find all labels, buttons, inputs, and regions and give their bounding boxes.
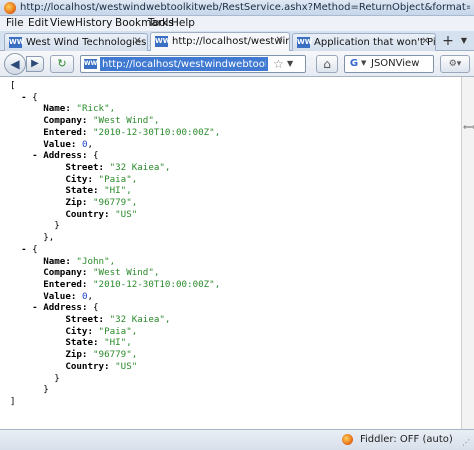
json-view: [ - { Name: "Rick", Company: "West Wind"… [10, 80, 221, 407]
tab-strip: WW West Wind Technologies - Makin... ✕ W… [0, 31, 474, 52]
menu-bar: File Edit View History Bookmarks Tools H… [0, 16, 474, 31]
extension-menu-icon[interactable]: ⚙▾ [440, 55, 470, 73]
status-bar: Fiddler: OFF (auto) ⋰ [0, 429, 474, 450]
json-string: "HI", [104, 337, 132, 349]
resize-handle-icon[interactable]: ⟺ [463, 124, 474, 133]
json-key: Country: [65, 208, 110, 220]
json-key: Company: [43, 115, 88, 127]
menu-file[interactable]: File [6, 17, 24, 29]
json-string: "West Wind", [93, 267, 160, 279]
json-string: "32 Kaiea", [109, 314, 171, 326]
navigation-toolbar: ◀ ▶ ↻ WW ☆ ▼ ⌂ G ▼ JSONView ⚙▾ [0, 51, 474, 77]
json-close-bracket: ] [10, 395, 16, 407]
tab-label: http://localhost/westwindwebto... [172, 36, 290, 47]
json-open-bracket: [ [10, 80, 16, 91]
json-string: "Paia", [98, 173, 138, 185]
json-number: 0 [81, 138, 88, 150]
fiddler-status[interactable]: Fiddler: OFF (auto) [360, 434, 453, 445]
bookmark-star-icon[interactable]: ☆ [273, 57, 284, 71]
json-key: Entered: [43, 126, 88, 138]
search-box[interactable]: G ▼ JSONView [344, 55, 434, 73]
new-tab-plus-icon[interactable]: + [440, 33, 456, 49]
tab-close-icon[interactable]: ✕ [132, 36, 143, 47]
url-input[interactable] [100, 57, 268, 71]
reload-icon[interactable]: ↻ [50, 55, 74, 73]
url-bar[interactable]: WW ☆ ▼ [80, 55, 306, 73]
back-arrow-icon[interactable]: ◀ [4, 53, 26, 75]
tab-application-pin[interactable]: WW Application that won't Pin to Tas... … [292, 33, 436, 51]
json-key: State: [65, 337, 99, 349]
collapse-toggle[interactable]: - [21, 244, 27, 255]
search-input[interactable]: JSONView [371, 58, 419, 69]
tab-label: West Wind Technologies - Makin... [26, 37, 147, 48]
json-string: "Paia", [98, 325, 138, 337]
json-key: Value: [43, 290, 77, 302]
collapse-toggle[interactable]: - [21, 92, 27, 103]
json-key: Name: [43, 255, 71, 267]
home-icon[interactable]: ⌂ [316, 55, 338, 73]
json-key: Zip: [65, 349, 88, 361]
json-string: "96779", [93, 349, 138, 361]
page-content: [ - { Name: "Rick", Company: "West Wind"… [0, 77, 462, 429]
json-key: Entered: [43, 278, 88, 290]
google-search-engine-icon[interactable]: G [348, 58, 360, 70]
json-string: "John", [76, 255, 116, 267]
firefox-icon [4, 2, 16, 14]
json-string: "US" [115, 208, 138, 220]
json-string: "Rick", [76, 103, 116, 115]
collapse-toggle[interactable]: - [32, 302, 38, 313]
tab-list-chevron-down-icon[interactable]: ▼ [458, 35, 470, 47]
west-wind-favicon-icon: WW [155, 36, 171, 47]
json-key: Address: [43, 150, 88, 162]
json-string: "96779", [93, 197, 138, 209]
json-string: "US" [115, 360, 138, 372]
tab-close-icon[interactable]: ✕ [420, 36, 431, 47]
json-key: Value: [43, 138, 77, 150]
json-number: 0 [81, 290, 88, 302]
json-key: City: [65, 325, 93, 337]
window-title: http://localhost/westwindwebtoolkitweb/R… [20, 2, 470, 13]
menu-tools[interactable]: Tools [148, 17, 174, 29]
search-engine-chevron-down-icon[interactable]: ▼ [361, 59, 366, 67]
tab-label: Application that won't Pin to Tas... [314, 37, 436, 48]
forward-arrow-icon[interactable]: ▶ [26, 56, 44, 72]
resize-grip-icon[interactable]: ⋰ [462, 438, 472, 448]
json-string: "West Wind", [93, 115, 160, 127]
tab-localhost[interactable]: WW http://localhost/westwindwebto... ✕ [150, 32, 290, 52]
tab-west-wind[interactable]: WW West Wind Technologies - Makin... ✕ [4, 33, 148, 51]
url-history-chevron-down-icon[interactable]: ▼ [287, 59, 293, 68]
menu-help[interactable]: Help [171, 17, 195, 29]
collapse-toggle[interactable]: - [32, 150, 38, 161]
json-key: Street: [65, 314, 105, 326]
json-key: Country: [65, 360, 110, 372]
json-key: Name: [43, 103, 71, 115]
json-key: Address: [43, 302, 88, 314]
json-string: "32 Kaiea", [109, 161, 171, 173]
json-key: Street: [65, 161, 105, 173]
menu-edit[interactable]: Edit [28, 17, 48, 29]
json-key: Zip: [65, 197, 88, 209]
json-string: "2010-12-30T10:00:00Z", [93, 126, 221, 138]
fiddler-icon[interactable] [342, 434, 353, 445]
json-string: "HI", [104, 185, 132, 197]
json-key: State: [65, 185, 99, 197]
site-identity-icon[interactable]: WW [84, 59, 97, 69]
west-wind-favicon-icon: WW [297, 37, 313, 48]
json-string: "2010-12-30T10:00:00Z", [93, 278, 221, 290]
json-key: City: [65, 173, 93, 185]
menu-history[interactable]: History [75, 17, 112, 29]
title-bar: http://localhost/westwindwebtoolkitweb/R… [0, 0, 474, 16]
tab-close-icon[interactable]: ✕ [274, 35, 285, 46]
west-wind-favicon-icon: WW [9, 37, 25, 48]
json-key: Company: [43, 267, 88, 279]
menu-view[interactable]: View [50, 17, 75, 29]
